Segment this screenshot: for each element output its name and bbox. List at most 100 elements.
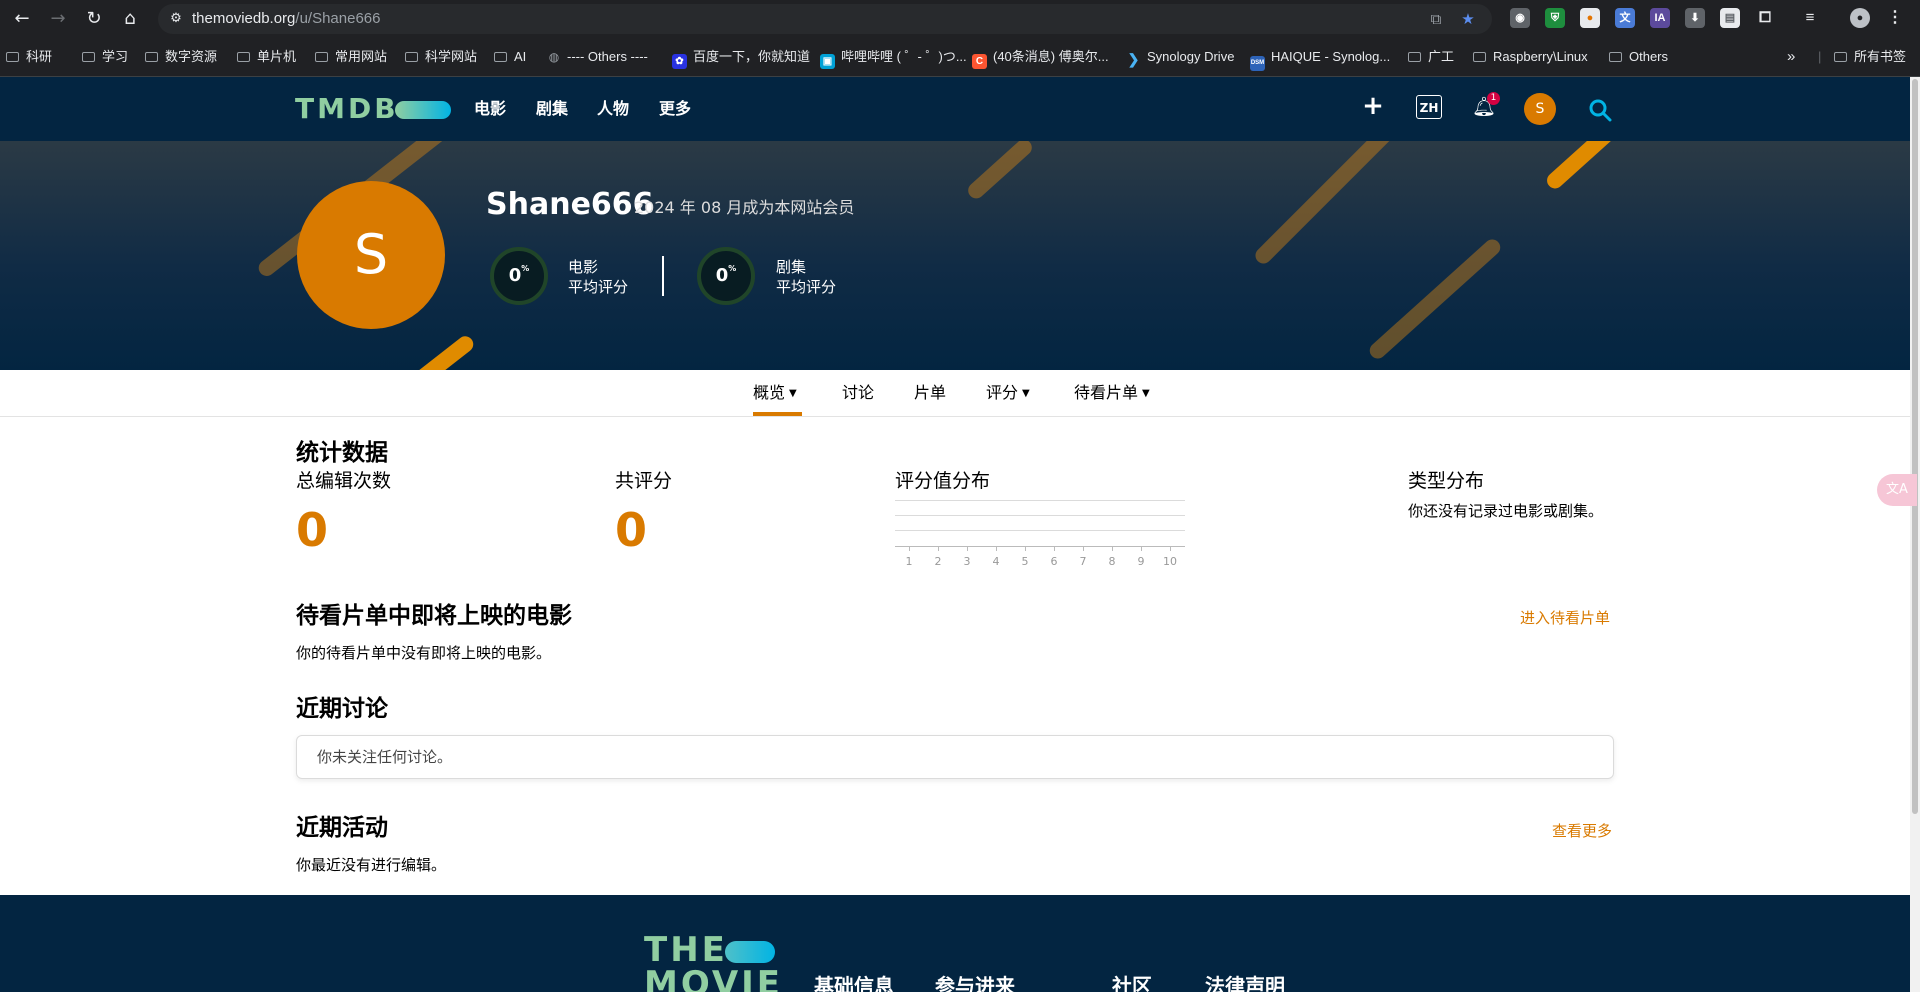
bookmark-label: 广工 [1428,49,1455,64]
tab-lists[interactable]: 片单 [914,383,946,403]
bookmark-bilibili[interactable]: ▣ 哔哩哔哩 ( ゜- ゜)つ... [820,47,967,69]
install-app-icon[interactable]: ⧉ [1426,9,1446,29]
add-icon[interactable]: + [1362,91,1384,121]
profile-avatar[interactable]: S [297,181,445,329]
tab-ratings[interactable]: 评分 ▼ [986,383,1030,404]
watchlist-title: 待看片单中即将上映的电影 [296,603,572,629]
chart-tick-mark [996,546,997,551]
folder-icon [494,52,507,62]
nav-people[interactable]: 人物 [597,98,629,120]
extension-translate-icon[interactable]: 文 [1615,8,1635,28]
stats-title: 统计数据 [296,440,388,466]
extension-doc-icon[interactable]: ▤ [1720,8,1740,28]
profile-banner: S Shane666 2024 年 08 月成为本网站会员 0% 电影 平均评分… [0,141,1910,370]
url-text[interactable]: themoviedb.org/u/Shane666 [192,4,380,34]
bookmark-others-divider[interactable]: ◍ ---- Others ---- [546,47,648,67]
folder-icon [145,52,158,62]
folder-icon [82,52,95,62]
header-avatar[interactable]: S [1524,93,1556,125]
nav-tv[interactable]: 剧集 [536,98,568,120]
movie-score-label: 电影 [568,258,599,276]
tab-watchlist[interactable]: 待看片单 ▼ [1074,383,1150,404]
home-icon[interactable]: ⌂ [118,7,142,31]
nav-more[interactable]: 更多 [659,98,691,120]
bookmark-label: 百度一下，你就知道 [693,49,811,64]
bookmark-folder-keyan[interactable]: 科研 [6,47,52,67]
back-icon[interactable]: ← [10,7,34,31]
tab-discussions[interactable]: 讨论 [842,383,874,403]
media-control-icon[interactable]: ≡ [1800,8,1820,28]
profile-avatar-icon[interactable]: ● [1850,8,1870,28]
rating-distribution-chart: 1 2 3 4 5 6 7 8 9 10 [895,500,1185,572]
chart-tick-label: 5 [1021,555,1029,568]
site-info-icon[interactable]: ⚙ [168,11,184,27]
folder-icon [1408,52,1421,62]
browser-menu-icon[interactable]: ⋮ [1885,8,1905,28]
chart-gridline [895,500,1185,501]
rating-distribution-label: 评分值分布 [895,470,991,492]
floating-translate-icon[interactable]: 文A [1877,474,1917,506]
folder-icon [1609,52,1622,62]
tab-overview[interactable]: 概览 ▼ [753,383,797,404]
bookmark-folder-others[interactable]: Others [1609,47,1668,67]
globe-icon: ◍ [548,50,560,64]
chart-tick-label: 10 [1163,555,1177,568]
address-bar[interactable]: ⚙ themoviedb.org/u/Shane666 ⧉ ★ [158,4,1492,34]
folder-icon [1834,52,1847,62]
bookmark-label: Synology Drive [1147,49,1235,64]
chart-tick-label: 4 [992,555,1000,568]
scrollbar-thumb[interactable] [1912,79,1918,814]
decor-stripe [964,141,1036,202]
synology-drive-icon: ❯ [1127,51,1140,67]
chart-tick-label: 6 [1050,555,1058,568]
search-icon[interactable] [1588,98,1612,122]
member-since: 2024 年 08 月成为本网站会员 [634,198,855,217]
bookmark-folder-science[interactable]: 科学网站 [405,47,477,67]
chart-tick-label: 1 [905,555,913,568]
extension-shield-icon[interactable]: ⛨ [1545,8,1565,28]
bookmark-star-icon[interactable]: ★ [1458,9,1478,29]
bookmark-label: 所有书签 [1854,49,1907,64]
bookmark-haique[interactable]: DSM HAIQUE - Synolog... [1250,47,1390,71]
reload-icon[interactable]: ↻ [82,7,106,31]
language-button[interactable]: ZH [1416,95,1442,119]
bookmark-folder-digital[interactable]: 数字资源 [145,47,217,67]
bookmark-folder-ai[interactable]: AI [494,47,526,67]
tmdb-logo-pill[interactable] [395,101,451,119]
chart-tick-mark [1083,546,1084,551]
percent-sign: % [728,264,737,273]
bookmark-folder-common[interactable]: 常用网站 [315,47,387,67]
tab-label: 评分 [986,383,1019,402]
go-to-watchlist-link[interactable]: 进入待看片单 [1520,607,1610,629]
bookmark-folder-mcu[interactable]: 单片机 [237,47,296,67]
genre-distribution-label: 类型分布 [1408,470,1485,492]
site-header: TMDB 电影 剧集 人物 更多 + ZH 🔔︎ 1 S [0,77,1920,141]
nav-movies[interactable]: 电影 [474,98,506,120]
tv-score-label: 剧集 [776,258,807,276]
profile-username[interactable]: Shane666 [486,185,654,225]
active-tab-indicator [753,412,802,416]
bookmark-baidu[interactable]: ✿ 百度一下，你就知道 [672,47,811,69]
download-icon[interactable]: ⬇ [1685,8,1705,28]
tmdb-logo[interactable]: TMDB [295,93,399,125]
extension-owl-icon[interactable]: ◉ [1510,8,1530,28]
bookmark-label: Others [1629,49,1669,64]
bookmark-folder-xuexi[interactable]: 学习 [82,47,128,67]
bookmark-synology-drive[interactable]: ❯ Synology Drive [1126,47,1235,67]
extension-fox-icon[interactable]: ● [1580,8,1600,28]
bookmark-csdn[interactable]: C (40条消息) 傅奥尔... [972,47,1109,69]
view-more-link[interactable]: 查看更多 [1552,820,1612,842]
chart-tick-mark [1170,546,1171,551]
forward-icon[interactable]: → [46,7,70,31]
bookmarks-overflow-icon[interactable]: » [1787,47,1795,67]
all-bookmarks-button[interactable]: 所有书签 [1834,47,1906,67]
footer-logo[interactable]: THE MOVIE [644,933,794,992]
bookmark-folder-gdut[interactable]: 广工 [1408,47,1454,67]
baidu-icon: ✿ [672,54,687,69]
extension-ia-icon[interactable]: IA [1650,8,1670,28]
chart-tick-mark [1025,546,1026,551]
browser-toolbar: ← → ↻ ⌂ ⚙ themoviedb.org/u/Shane666 ⧉ ★ … [0,0,1920,38]
bookmark-folder-raspberry[interactable]: Raspberry\Linux [1473,47,1588,67]
movie-score-ring: 0% [490,247,548,305]
extensions-puzzle-icon[interactable]: ⧠ [1755,8,1775,28]
